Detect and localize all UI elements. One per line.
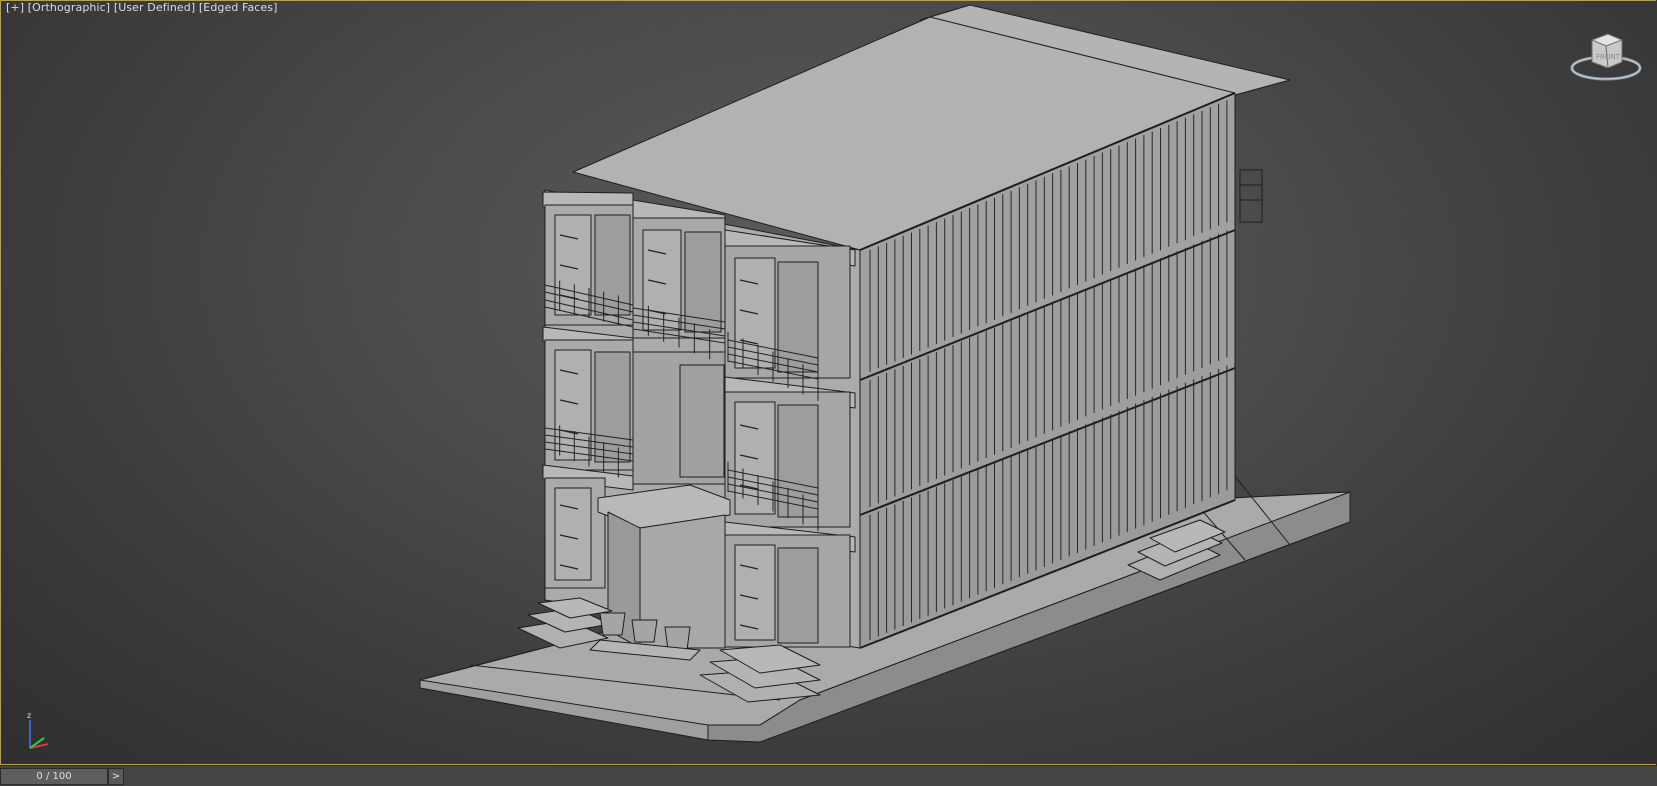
axis-z-label: z — [27, 711, 31, 720]
axis-tripod-icon: z — [27, 711, 49, 749]
time-bar: 0 / 100 > — [0, 765, 1657, 786]
perspective-viewport[interactable]: [+] [Orthographic] [User Defined] [Edged… — [0, 0, 1657, 765]
viewcube-face-label: FRONT — [1596, 53, 1621, 61]
time-slider[interactable]: 0 / 100 — [0, 768, 108, 785]
rear-ladder — [1239, 169, 1263, 223]
planter — [599, 612, 626, 636]
container-building-model[interactable] — [0, 0, 1657, 765]
next-frame-button[interactable]: > — [108, 768, 124, 785]
viewcube-icon[interactable]: FRONT — [1570, 26, 1642, 86]
planter — [631, 619, 658, 643]
